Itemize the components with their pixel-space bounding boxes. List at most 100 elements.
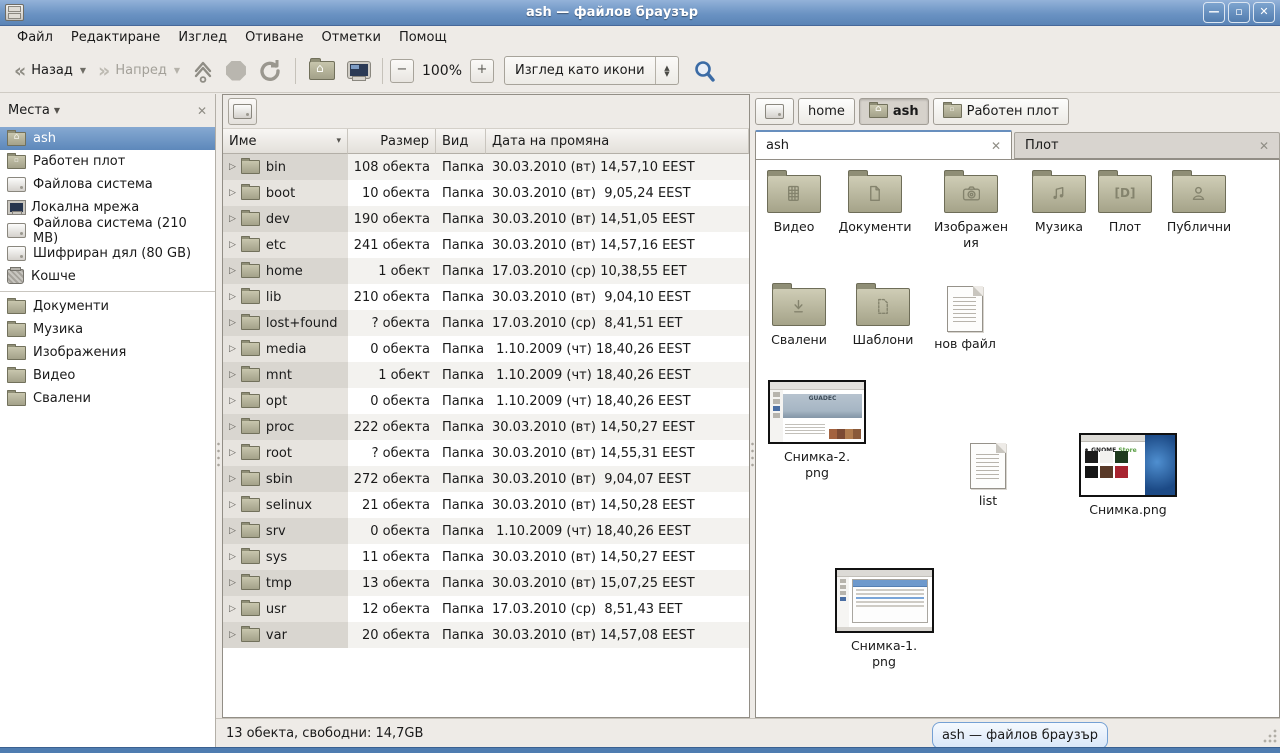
expander-icon[interactable]: ▷ <box>229 266 236 276</box>
table-row-lost+found[interactable]: ▷lost+found? обектаПапка17.03.2010 (ср) … <box>223 310 749 336</box>
table-row-dev[interactable]: ▷dev190 обектаПапка30.03.2010 (вт) 14,51… <box>223 206 749 232</box>
menu-4[interactable]: Отметки <box>312 27 389 48</box>
tab-close-icon[interactable]: ✕ <box>991 139 1001 153</box>
expander-icon[interactable]: ▷ <box>229 552 236 562</box>
sidebar-item-Файлова система[interactable]: Файлова система <box>0 173 215 196</box>
zoom-out-button[interactable]: − <box>390 59 414 83</box>
zoom-in-button[interactable]: + <box>470 59 494 83</box>
file--png[interactable]: ⚫ GNOME StoreСнимка.png <box>1078 433 1178 518</box>
search-button[interactable] <box>687 55 723 87</box>
sidebar-item-Видео[interactable]: Видео <box>0 364 215 387</box>
sidebar-item-ash[interactable]: ⌂ash <box>0 127 215 150</box>
table-row-opt[interactable]: ▷opt0 обектаПапка 1.10.2009 (чт) 18,40,2… <box>223 388 749 414</box>
menu-0[interactable]: Файл <box>8 27 62 48</box>
table-row-sys[interactable]: ▷sys11 обектаПапка30.03.2010 (вт) 14,50,… <box>223 544 749 570</box>
file--[interactable]: Документи <box>833 175 917 235</box>
file--[interactable]: Шаблони <box>841 288 925 348</box>
places-header[interactable]: Места ▼ ✕ <box>0 94 215 127</box>
table-row-lib[interactable]: ▷lib210 обектаПапка30.03.2010 (вт) 9,04,… <box>223 284 749 310</box>
column-header-0[interactable]: Име▾ <box>223 129 348 154</box>
forward-button[interactable]: » Напред ▼ <box>92 59 186 82</box>
sidebar-resize-handle[interactable] <box>216 440 221 470</box>
home-button[interactable] <box>303 57 341 84</box>
expander-icon[interactable]: ▷ <box>229 370 236 380</box>
sidebar-item-Свалени[interactable]: Свалени <box>0 387 215 410</box>
table-row-home[interactable]: ▷home1 обектПапка17.03.2010 (ср) 10,38,5… <box>223 258 749 284</box>
file--[interactable]: Свалени <box>757 288 841 348</box>
expander-icon[interactable]: ▷ <box>229 500 236 510</box>
expander-icon[interactable]: ▷ <box>229 344 236 354</box>
tab-Плот[interactable]: Плот✕ <box>1014 132 1280 159</box>
menu-5[interactable]: Помощ <box>390 27 456 48</box>
file--2-[interactable]: GUADECСнимка-2.png <box>767 380 867 481</box>
expander-icon[interactable]: ▷ <box>229 474 236 484</box>
file--1-[interactable]: Снимка-1.png <box>834 568 934 670</box>
table-row-usr[interactable]: ▷usr12 обектаПапка17.03.2010 (ср) 8,51,4… <box>223 596 749 622</box>
table-row-boot[interactable]: ▷boot10 обектаПапка30.03.2010 (вт) 9,05,… <box>223 180 749 206</box>
file--[interactable]: Публични <box>1157 175 1241 235</box>
expander-icon[interactable]: ▷ <box>229 422 236 432</box>
breadcrumb-ash[interactable]: ⌂ash <box>859 98 929 125</box>
sidebar-item-Музика[interactable]: Музика <box>0 318 215 341</box>
back-dropdown-icon[interactable]: ▼ <box>80 66 86 75</box>
menu-1[interactable]: Редактиране <box>62 27 169 48</box>
minimize-button[interactable]: — <box>1203 2 1225 23</box>
tab-ash[interactable]: ash✕ <box>755 130 1012 159</box>
table-row-var[interactable]: ▷var20 обектаПапка30.03.2010 (вт) 14,57,… <box>223 622 749 648</box>
view-mode-spinner-icon[interactable]: ▲▼ <box>655 57 678 84</box>
breadcrumb-home[interactable]: home <box>798 98 855 125</box>
column-header-3[interactable]: Дата на промяна <box>486 129 749 154</box>
table-row-bin[interactable]: ▷bin108 обектаПапка30.03.2010 (вт) 14,57… <box>223 154 749 180</box>
expander-icon[interactable]: ▷ <box>229 630 236 640</box>
close-button[interactable]: ✕ <box>1253 2 1275 23</box>
back-button[interactable]: « Назад ▼ <box>8 59 92 82</box>
sidebar-item-Шифриран дял (80 GB)[interactable]: Шифриран дял (80 GB) <box>0 242 215 265</box>
file--[interactable]: [D]Плот <box>1083 175 1167 235</box>
expander-icon[interactable]: ▷ <box>229 526 236 536</box>
table-row-srv[interactable]: ▷srv0 обектаПапка 1.10.2009 (чт) 18,40,2… <box>223 518 749 544</box>
sidebar-item-Кошче[interactable]: Кошче <box>0 265 215 288</box>
table-row-mnt[interactable]: ▷mnt1 обектПапка 1.10.2009 (чт) 18,40,26… <box>223 362 749 388</box>
table-row-selinux[interactable]: ▷selinux21 обектаПапка30.03.2010 (вт) 14… <box>223 492 749 518</box>
resize-grip[interactable] <box>1262 728 1278 744</box>
expander-icon[interactable]: ▷ <box>229 240 236 250</box>
column-header-2[interactable]: Вид <box>436 129 486 154</box>
expander-icon[interactable]: ▷ <box>229 578 236 588</box>
expander-icon[interactable]: ▷ <box>229 604 236 614</box>
breadcrumb-root[interactable] <box>755 98 794 125</box>
computer-button[interactable] <box>341 58 375 84</box>
expander-icon[interactable]: ▷ <box>229 188 236 198</box>
table-row-tmp[interactable]: ▷tmp13 обектаПапка30.03.2010 (вт) 15,07,… <box>223 570 749 596</box>
expander-icon[interactable]: ▷ <box>229 396 236 406</box>
sidebar-item-Работен плот[interactable]: ▫Работен плот <box>0 150 215 173</box>
expander-icon[interactable]: ▷ <box>229 214 236 224</box>
taskbar-window-button[interactable]: ash — файлов браузър <box>932 722 1108 749</box>
root-location-button[interactable] <box>228 98 257 125</box>
menu-2[interactable]: Изглед <box>169 27 236 48</box>
view-mode-select[interactable]: Изглед като икони ▲▼ <box>504 56 679 85</box>
reload-button[interactable] <box>252 55 288 87</box>
table-row-proc[interactable]: ▷proc222 обектаПапка30.03.2010 (вт) 14,5… <box>223 414 749 440</box>
places-close-icon[interactable]: ✕ <box>197 104 207 118</box>
breadcrumb-Работен плот[interactable]: ▫Работен плот <box>933 98 1069 125</box>
table-row-root[interactable]: ▷root? обектаПапка30.03.2010 (вт) 14,55,… <box>223 440 749 466</box>
expander-icon[interactable]: ▷ <box>229 318 236 328</box>
sidebar-item-Файлова система (210 MB)[interactable]: Файлова система (210 MB) <box>0 219 215 242</box>
expander-icon[interactable]: ▷ <box>229 292 236 302</box>
up-button[interactable] <box>186 55 220 87</box>
file--[interactable]: нов файл <box>923 286 1007 352</box>
sidebar-item-Документи[interactable]: Документи <box>0 295 215 318</box>
menu-3[interactable]: Отиване <box>236 27 312 48</box>
file--[interactable]: Видео <box>752 175 836 235</box>
column-header-1[interactable]: Размер <box>348 129 436 154</box>
expander-icon[interactable]: ▷ <box>229 162 236 172</box>
maximize-button[interactable]: ▫ <box>1228 2 1250 23</box>
icon-view[interactable]: ВидеоДокументиИзображенияМузика[D]ПлотПу… <box>755 159 1280 718</box>
table-row-etc[interactable]: ▷etc241 обектаПапка30.03.2010 (вт) 14,57… <box>223 232 749 258</box>
tab-close-icon[interactable]: ✕ <box>1259 139 1269 153</box>
file--[interactable]: Изображения <box>929 175 1013 251</box>
file-list[interactable]: list <box>946 443 1030 509</box>
table-row-media[interactable]: ▷media0 обектаПапка 1.10.2009 (чт) 18,40… <box>223 336 749 362</box>
table-row-sbin[interactable]: ▷sbin272 обектаПапка30.03.2010 (вт) 9,04… <box>223 466 749 492</box>
sidebar-item-Изображения[interactable]: Изображения <box>0 341 215 364</box>
